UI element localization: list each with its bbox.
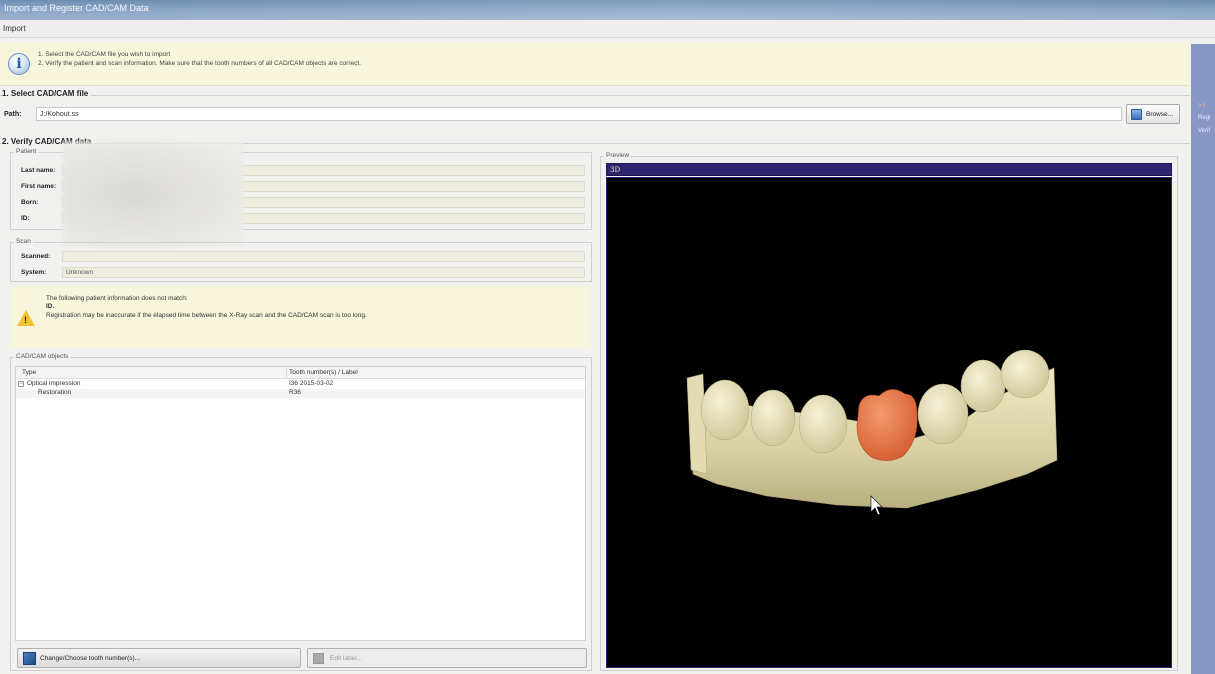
row-type: Optical impression — [27, 380, 81, 387]
column-type-header[interactable]: Type — [22, 369, 36, 376]
menu-bar: Import — [0, 20, 1215, 38]
system-field: Unknown — [62, 267, 585, 278]
right-panel-step-verify[interactable]: Verif — [1198, 128, 1210, 134]
row-type: Restoration — [38, 389, 72, 396]
tooth-tool-icon — [23, 652, 36, 665]
row-tooth: R36 — [289, 389, 301, 396]
row-tooth: I36 2015-03-02 — [289, 380, 334, 387]
patient-group-label: Patient — [14, 148, 39, 155]
last-name-label: Last name: — [21, 167, 56, 174]
path-input[interactable] — [36, 107, 1122, 121]
objects-table: Type Tooth number(s) / Label − Optical i… — [15, 366, 586, 641]
edit-icon — [313, 653, 324, 664]
path-label: Path: — [4, 111, 22, 118]
warning-line-2: ID. — [46, 303, 55, 310]
info-line-1: 1. Select the CAD/CAM file you wish to i… — [38, 51, 171, 58]
folder-icon — [1131, 109, 1142, 120]
section-select-file-title: 1. Select CAD/CAM file — [2, 89, 92, 98]
column-tooth-header[interactable]: Tooth number(s) / Label — [289, 369, 358, 376]
edit-label-button[interactable]: Edit label... — [307, 648, 587, 668]
warning-banner: ! The following patient information does… — [10, 286, 590, 348]
info-banner: i 1. Select the CAD/CAM file you wish to… — [0, 42, 1190, 86]
table-row[interactable]: Restoration R36 — [16, 389, 585, 398]
scan-group-label: Scan — [14, 238, 33, 245]
system-label: System: — [21, 269, 47, 276]
table-header: Type Tooth number(s) / Label — [16, 367, 585, 379]
collapse-icon[interactable]: − — [18, 381, 24, 387]
title-bar: Import and Register CAD/CAM Data — [0, 0, 1215, 20]
redacted-patient-info — [63, 142, 243, 248]
table-row[interactable]: − Optical impression I36 2015-03-02 — [16, 380, 585, 389]
browse-button[interactable]: Browse... — [1126, 104, 1180, 124]
right-panel-arrow: > I — [1198, 103, 1205, 109]
scanned-label: Scanned: — [21, 253, 51, 260]
3d-viewport[interactable] — [606, 177, 1172, 668]
window-title: Import and Register CAD/CAM Data — [4, 3, 149, 13]
warning-line-1: The following patient information does n… — [46, 295, 188, 302]
warning-line-3: Registration may be inaccurate if the el… — [46, 312, 367, 319]
change-tooth-number-button[interactable]: Change/Choose tooth number(s)... — [17, 648, 301, 668]
scanned-field — [62, 251, 585, 262]
right-panel-step-register[interactable]: Regi — [1198, 115, 1210, 121]
born-label: Born: — [21, 199, 39, 206]
info-icon: i — [8, 53, 30, 75]
info-line-2: 2. Verify the patient and scan informati… — [38, 60, 361, 67]
preview-group-label: Preview — [604, 152, 632, 159]
preview-tab-3d[interactable]: 3D — [606, 163, 1172, 176]
id-label: ID: — [21, 215, 30, 222]
objects-group-label: CAD/CAM objects — [14, 353, 71, 360]
menu-import[interactable]: Import — [3, 24, 26, 33]
first-name-label: First name: — [21, 183, 57, 190]
right-side-panel: > I Regi Verif — [1191, 44, 1215, 674]
restoration-crown — [856, 389, 918, 461]
dental-model-render — [686, 349, 1058, 516]
